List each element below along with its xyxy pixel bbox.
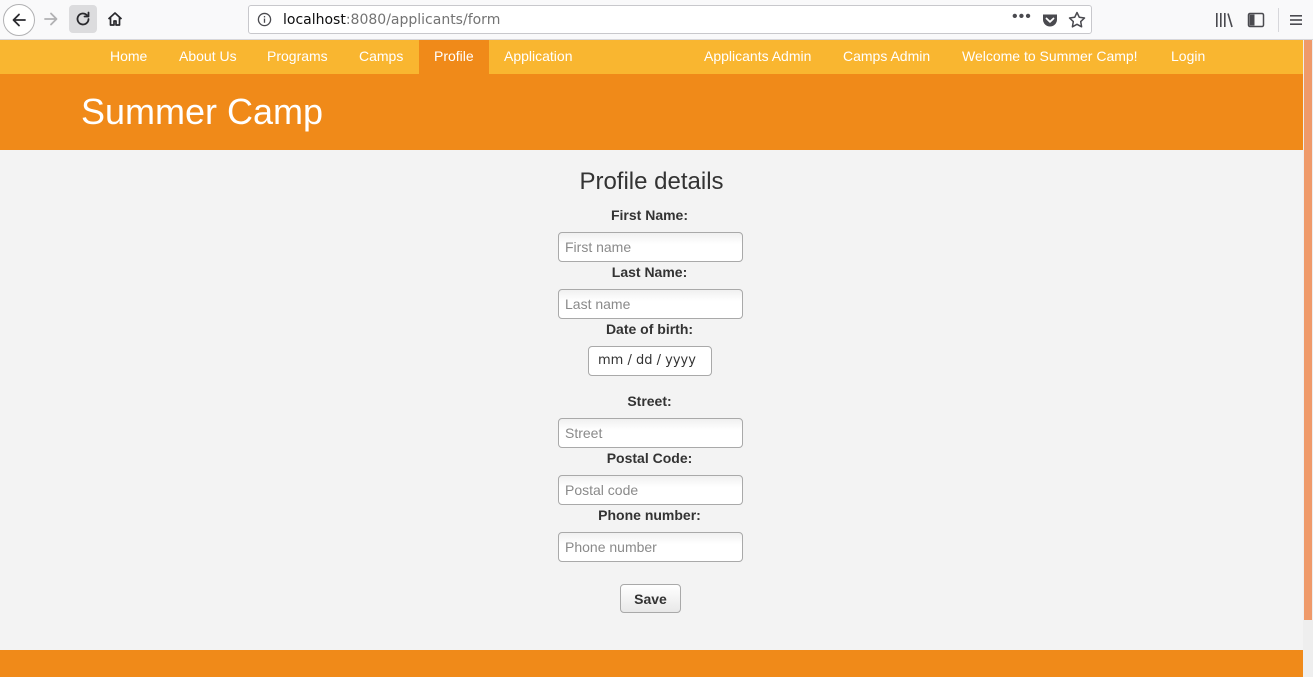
nav-applicants-admin[interactable]: Applicants Admin xyxy=(689,40,826,74)
hamburger-menu-icon[interactable] xyxy=(1286,10,1306,30)
reload-button[interactable] xyxy=(69,5,97,33)
last-name-label: Last Name: xyxy=(611,264,688,280)
browser-toolbar: localhost:8080/applicants/form ••• xyxy=(0,0,1313,40)
street-input[interactable] xyxy=(558,418,743,448)
first-name-input[interactable] xyxy=(558,232,743,262)
info-icon[interactable] xyxy=(257,12,272,27)
sidebar-icon[interactable] xyxy=(1246,10,1266,30)
home-button[interactable] xyxy=(101,5,129,33)
navbar: Home About Us Programs Camps Profile App… xyxy=(0,40,1303,74)
toolbar-separator xyxy=(1278,8,1279,32)
nav-home[interactable]: Home xyxy=(95,40,162,74)
nav-profile[interactable]: Profile xyxy=(419,40,489,74)
dob-input[interactable]: mm / dd / yyyy xyxy=(588,346,712,376)
phone-label: Phone number: xyxy=(598,507,701,523)
postal-code-label: Postal Code: xyxy=(606,450,693,466)
home-icon xyxy=(107,12,123,26)
url-host: localhost xyxy=(283,12,346,28)
bookmark-star-icon[interactable] xyxy=(1067,10,1087,30)
back-button[interactable] xyxy=(3,4,35,36)
nav-login[interactable]: Login xyxy=(1156,40,1220,74)
site-title: Summer Camp xyxy=(81,91,324,132)
nav-camps[interactable]: Camps xyxy=(344,40,418,74)
url-bar[interactable]: localhost:8080/applicants/form ••• xyxy=(248,5,1092,34)
site-footer xyxy=(0,650,1303,677)
nav-camps-admin[interactable]: Camps Admin xyxy=(828,40,945,74)
save-button[interactable]: Save xyxy=(620,584,681,613)
nav-welcome[interactable]: Welcome to Summer Camp! xyxy=(947,40,1153,74)
phone-input[interactable] xyxy=(558,532,743,562)
pocket-icon[interactable] xyxy=(1041,11,1059,29)
page-scrollbar[interactable] xyxy=(1303,40,1313,677)
page-content: Home About Us Programs Camps Profile App… xyxy=(0,40,1303,677)
url-path: :8080/applicants/form xyxy=(345,12,501,28)
back-arrow-icon xyxy=(12,13,26,27)
library-icon[interactable] xyxy=(1213,10,1235,30)
street-label: Street: xyxy=(627,393,672,409)
page-actions-icon[interactable]: ••• xyxy=(1012,8,1032,26)
last-name-input[interactable] xyxy=(558,289,743,319)
forward-button[interactable] xyxy=(37,5,65,33)
nav-application[interactable]: Application xyxy=(489,40,588,74)
scrollbar-thumb[interactable] xyxy=(1304,40,1312,620)
reload-icon xyxy=(76,11,90,26)
forward-arrow-icon xyxy=(44,12,58,26)
first-name-label: First Name: xyxy=(610,207,689,223)
nav-programs[interactable]: Programs xyxy=(252,40,343,74)
site-header: Summer Camp xyxy=(0,74,1303,150)
nav-about-us[interactable]: About Us xyxy=(164,40,252,74)
form-title: Profile details xyxy=(579,168,724,195)
dob-label: Date of birth: xyxy=(605,321,694,337)
postal-code-input[interactable] xyxy=(558,475,743,505)
url-text[interactable]: localhost:8080/applicants/form xyxy=(283,12,500,28)
